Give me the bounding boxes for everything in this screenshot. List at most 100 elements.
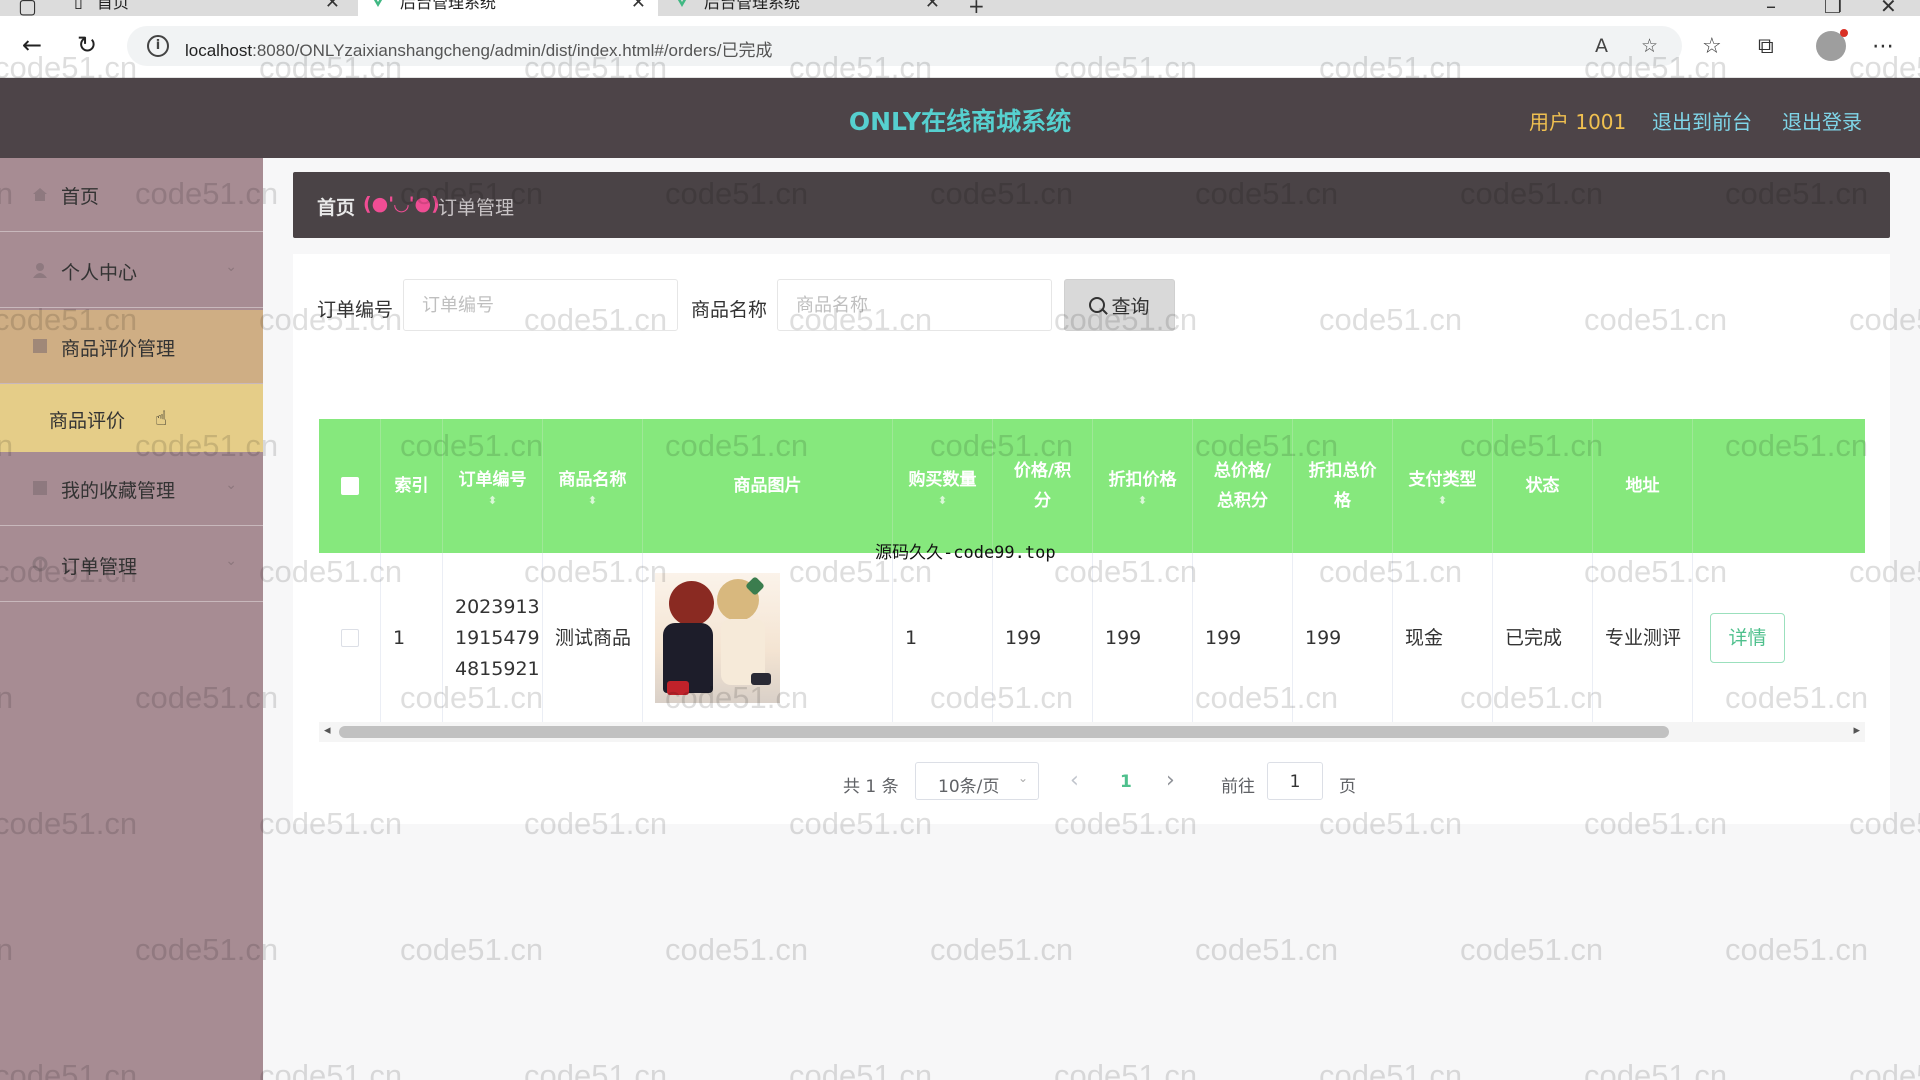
column-header-order-no[interactable]: 订单编号 ⬍ bbox=[443, 419, 543, 553]
tab-close-icon[interactable]: ✕ bbox=[631, 0, 646, 13]
order-no-input[interactable] bbox=[403, 279, 678, 331]
breadcrumb-home[interactable]: 首页 bbox=[317, 193, 355, 220]
watermark-text: code51.cn bbox=[259, 1058, 403, 1080]
column-header-goods-name[interactable]: 商品名称 ⬍ bbox=[543, 419, 643, 553]
cell-status: 已完成 bbox=[1493, 553, 1593, 723]
sort-icon[interactable]: ⬍ bbox=[488, 495, 497, 507]
collections-icon[interactable]: ⧉ bbox=[1758, 34, 1774, 59]
window-close-icon[interactable]: ✕ bbox=[1880, 0, 1897, 16]
info-icon[interactable]: i bbox=[147, 35, 169, 57]
column-header-status[interactable]: 状态 bbox=[1493, 419, 1593, 553]
sidebar-item-orders[interactable]: 订单管理 ⌄ bbox=[0, 528, 263, 602]
product-image[interactable] bbox=[655, 573, 780, 703]
url-text[interactable]: localhost:8080/ONLYzaixianshangcheng/adm… bbox=[185, 36, 772, 61]
column-header-quantity[interactable]: 购买数量 ⬍ bbox=[893, 419, 993, 553]
cell-order-no: 2023913 1915479 4815921 bbox=[443, 553, 543, 723]
next-page-icon[interactable]: › bbox=[1166, 768, 1175, 793]
column-label: 折扣总价格 bbox=[1308, 461, 1377, 511]
browser-tab-admin[interactable]: 后台管理系统 ✕ bbox=[662, 0, 952, 16]
chevron-down-icon: ⌄ bbox=[225, 553, 237, 569]
order-icon bbox=[32, 556, 48, 572]
column-header-discount-total[interactable]: 折扣总价格 bbox=[1293, 419, 1393, 553]
sort-icon[interactable]: ⬍ bbox=[938, 495, 947, 507]
browser-tab-admin-active[interactable]: 后台管理系统 ✕ bbox=[358, 0, 658, 16]
user-icon bbox=[33, 263, 47, 278]
cell-price: 199 bbox=[993, 553, 1093, 723]
table-horizontal-scrollbar[interactable]: ◂ ▸ bbox=[319, 722, 1865, 742]
column-header-discount-price[interactable]: 折扣价格 ⬍ bbox=[1093, 419, 1193, 553]
prev-page-icon[interactable]: ‹ bbox=[1070, 768, 1079, 793]
app-title: ONLY在线商城系统 bbox=[848, 107, 1072, 136]
column-header-pay-type[interactable]: 支付类型 ⬍ bbox=[1393, 419, 1493, 553]
favorites-icon[interactable]: ☆ bbox=[1702, 34, 1722, 59]
column-label: 价格/积分 bbox=[1013, 461, 1072, 511]
read-aloud-icon[interactable]: A bbox=[1595, 35, 1608, 57]
watermark-text: code51.cn bbox=[1584, 1058, 1728, 1080]
image-shape bbox=[669, 581, 714, 626]
sidebar-item-profile[interactable]: 个人中心 ⌄ bbox=[0, 234, 263, 308]
column-header-price[interactable]: 价格/积分 bbox=[993, 419, 1093, 553]
sidebar-subitem-review[interactable]: 商品评价 bbox=[0, 384, 263, 452]
row-checkbox[interactable] bbox=[340, 629, 359, 647]
column-label: 购买数量 bbox=[908, 470, 977, 490]
overlay-watermark-text: 源码久久-code99.top bbox=[875, 543, 1056, 563]
image-shape bbox=[751, 673, 771, 685]
sort-icon[interactable]: ⬍ bbox=[588, 495, 597, 507]
orders-panel: 订单编号 商品名称 查询 索引 订单编号 ⬍ 商品名称 ⬍ 商品图片 购买数量 ⬍ 价… bbox=[293, 254, 1890, 824]
cell-total: 199 bbox=[1193, 553, 1293, 723]
tab-close-icon[interactable]: ✕ bbox=[325, 0, 340, 13]
goto-label: 前往 bbox=[1221, 777, 1255, 797]
browser-tab-home[interactable]: ▯ 首页 ✕ bbox=[62, 0, 352, 16]
column-header-index: 索引 bbox=[381, 419, 443, 553]
add-favorite-icon[interactable]: ☆ bbox=[1641, 35, 1658, 57]
mouse-pointer-icon: ☝ bbox=[155, 406, 168, 430]
back-icon[interactable]: ← bbox=[22, 33, 42, 57]
watermark-text: code51.cn bbox=[524, 1058, 668, 1080]
cell-pay-type: 现金 bbox=[1393, 553, 1493, 723]
goods-name-input[interactable] bbox=[777, 279, 1052, 331]
logout-link[interactable]: 退出登录 bbox=[1782, 106, 1862, 135]
column-label: 商品图片 bbox=[733, 476, 802, 496]
more-menu-icon[interactable]: ⋯ bbox=[1872, 34, 1894, 59]
column-header-goods-image[interactable]: 商品图片 bbox=[643, 419, 893, 553]
refresh-icon[interactable]: ↻ bbox=[77, 33, 97, 57]
sidebar-item-favorites[interactable]: 我的收藏管理 ⌄ bbox=[0, 452, 263, 526]
grid-icon bbox=[33, 339, 47, 353]
goto-page-input[interactable]: 1 bbox=[1267, 762, 1323, 800]
new-tab-icon[interactable]: + bbox=[968, 0, 985, 16]
search-icon bbox=[1089, 297, 1106, 313]
sidebar-item-home[interactable]: 首页 bbox=[0, 158, 263, 232]
watermark-text: code51.cn bbox=[1460, 932, 1604, 967]
tab-close-icon[interactable]: ✕ bbox=[925, 0, 940, 13]
column-header-address[interactable]: 地址 bbox=[1593, 419, 1693, 553]
restore-icon[interactable]: ❐ bbox=[1824, 0, 1842, 16]
scrollbar-thumb[interactable] bbox=[339, 726, 1669, 738]
select-all-checkbox[interactable] bbox=[340, 477, 359, 495]
sidebar-item-label: 首页 bbox=[61, 186, 100, 208]
breadcrumb: 首页 (●'◡'●) 订单管理 bbox=[293, 172, 1890, 238]
column-label: 商品名称 bbox=[558, 470, 627, 490]
page-icon: ▯ bbox=[74, 0, 83, 11]
app-header: ONLY在线商城系统 用户 1001 退出到前台 退出登录 bbox=[0, 78, 1920, 158]
address-bar[interactable]: i localhost:8080/ONLYzaixianshangcheng/a… bbox=[127, 26, 1682, 66]
page-size-select[interactable]: 10条/页 ⌄ bbox=[915, 762, 1039, 800]
order-no-label: 订单编号 bbox=[317, 299, 394, 321]
watermark-text: code51.cn bbox=[1195, 932, 1339, 967]
sort-icon[interactable]: ⬍ bbox=[1138, 495, 1147, 507]
sidebar-subitem-label: 商品评价 bbox=[49, 410, 126, 432]
scroll-right-icon[interactable]: ▸ bbox=[1853, 723, 1860, 738]
back-to-front-link[interactable]: 退出到前台 bbox=[1652, 106, 1752, 135]
browser-tabstrip: ▢ ▯ 首页 ✕ 后台管理系统 ✕ 后台管理系统 ✕ + – ❐ ✕ bbox=[0, 0, 1920, 16]
page-number-current[interactable]: 1 bbox=[1120, 772, 1132, 792]
sort-icon[interactable]: ⬍ bbox=[1438, 495, 1447, 507]
minimize-icon[interactable]: – bbox=[1766, 0, 1776, 16]
search-button[interactable]: 查询 bbox=[1064, 279, 1175, 331]
image-shape bbox=[667, 681, 689, 695]
column-header-total[interactable]: 总价格/总积分 bbox=[1193, 419, 1293, 553]
scroll-left-icon[interactable]: ◂ bbox=[324, 723, 331, 738]
detail-button[interactable]: 详情 bbox=[1710, 613, 1785, 663]
profile-avatar[interactable] bbox=[1816, 29, 1848, 61]
sidebar-item-review-management[interactable]: 商品评价管理 bbox=[0, 310, 263, 384]
tab-actions-icon[interactable]: ▢ bbox=[18, 0, 37, 16]
sidebar: 首页 个人中心 ⌄ 商品评价管理 商品评价 我的收藏管理 ⌄ 订单管理 ⌄ bbox=[0, 158, 263, 1080]
